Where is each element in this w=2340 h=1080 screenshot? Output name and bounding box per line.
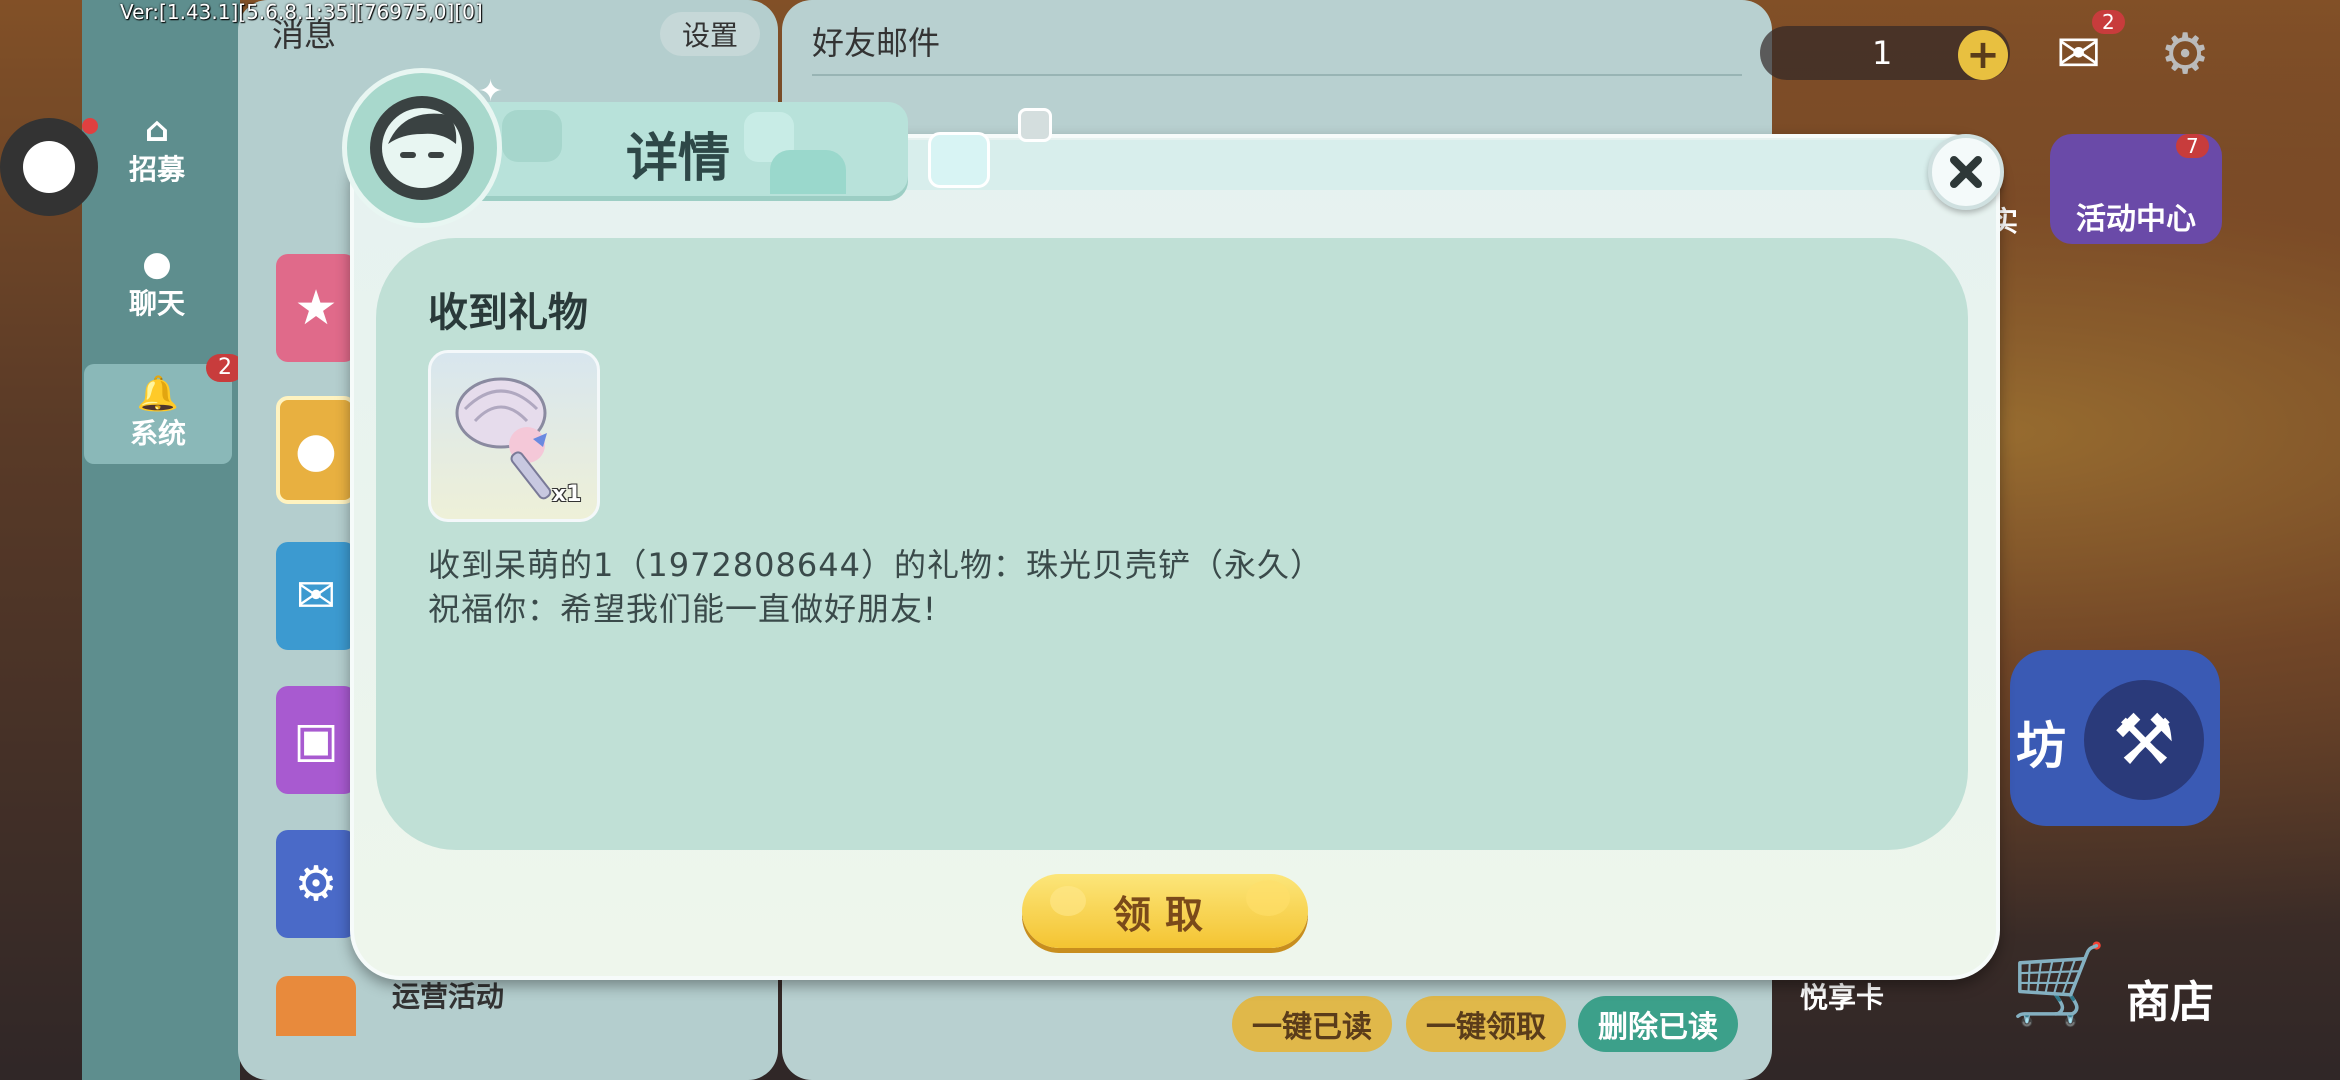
read-all-button[interactable]: 一键已读 [1232,996,1392,1052]
bell-icon: 🔔 [136,374,180,414]
shop-button[interactable]: 商店 [2126,966,2214,1030]
add-currency-button[interactable]: + [1958,30,2008,80]
side-nav: ⌂ 招募 ● 聊天 🔔 系统 2 [82,0,244,1080]
title-deco-square [1018,108,1052,142]
title-deco [770,150,846,194]
claim-button-label: 领取 [1112,892,1217,937]
category-ops-tile[interactable] [276,976,356,1036]
gear-icon[interactable]: ⚙ [2160,22,2210,87]
category-favorites-tile[interactable]: ★ [276,254,356,362]
claim-button-deco [1246,880,1290,916]
mail-badge: 2 [2092,10,2125,34]
close-button[interactable] [1928,134,2004,210]
category-settings-tile[interactable]: ⚙ [276,830,356,938]
currency-value: 1 [1872,34,1893,72]
claim-button-deco [1050,886,1086,916]
gift-box-icon: ▣ [293,712,339,768]
nav-label: 聊天 [128,287,185,320]
workshop-label: 坊 [2016,717,2066,775]
nav-label: 招募 [128,153,185,186]
nav-item-recruit[interactable]: ⌂ 招募 [82,100,232,200]
claim-all-button[interactable]: 一键领取 [1406,996,1566,1052]
mail-panel-divider [812,74,1742,76]
mail-panel-title: 好友邮件 [812,24,941,62]
delete-read-button[interactable]: 删除已读 [1578,996,1738,1052]
mail-icon[interactable]: ✉ [2056,26,2122,82]
floating-assist-ball[interactable] [0,118,98,216]
home-icon: ⌂ [144,110,170,150]
yuexiang-card-label[interactable]: 悦享卡 [1800,976,1884,1016]
chat-bubble-icon: ● [142,244,172,284]
title-deco [502,110,562,162]
gift-message-line: 收到呆萌的1（1972808644）的礼物：珠光贝壳铲（永久） [428,546,1323,584]
category-mail-tile[interactable]: ✉ [276,542,356,650]
mascot-face-icon [370,96,474,200]
event-center-label: 活动中心 [2076,202,2196,237]
close-icon [1950,156,1982,188]
settings-button[interactable]: 设置 [660,12,760,56]
nav-label: 系统 [129,417,186,450]
ops-activity-label: 运营活动 [392,980,505,1013]
category-friend-tile[interactable]: ● [276,396,356,504]
hammer-icon: ⚒ [2084,680,2204,800]
event-center-badge: 7 [2176,134,2209,158]
envelope-icon: ✉ [295,568,337,624]
gear-icon: ⚙ [294,856,338,912]
dialog-title: 详情 [626,129,731,189]
nav-item-chat[interactable]: ● 聊天 [82,234,232,334]
version-text: Ver:[1.43.1][5.6.8.1:35][76975,0][0] [120,0,483,24]
shopping-cart-icon: 🛒 [2010,940,2108,1030]
star-bookmark-icon: ★ [294,280,338,336]
sparkle-icon: ✦ [478,74,504,109]
nav-item-system[interactable]: 🔔 系统 2 [84,354,244,464]
plus-icon: + [1966,32,2000,78]
title-deco-square [928,132,990,188]
blessing-message-line: 祝福你：希望我们能一直做好朋友! [428,590,937,628]
gift-quantity: x1 [552,482,582,507]
notification-dot [82,118,98,134]
section-title: 收到礼物 [428,290,588,336]
person-icon: ● [295,422,337,478]
category-gift-tile[interactable]: ▣ [276,686,356,794]
